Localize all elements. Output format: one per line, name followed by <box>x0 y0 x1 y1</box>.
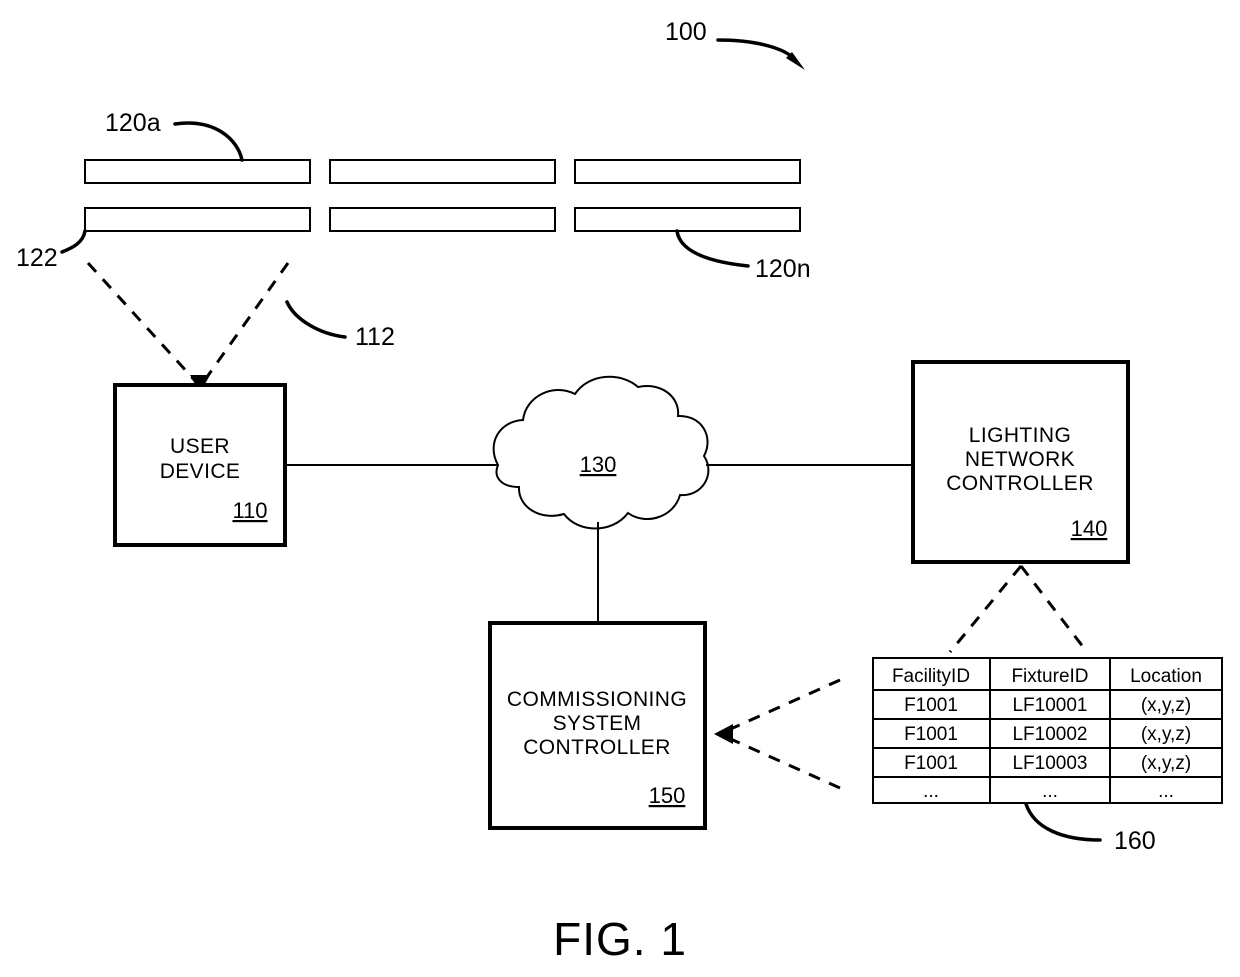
user-device-label-line2: DEVICE <box>160 460 241 483</box>
light-fixture-r2c1 <box>84 207 311 232</box>
system-ref-label: 100 <box>665 18 707 46</box>
table-row-cell: (x,y,z) <box>1141 724 1191 745</box>
light-fixture-r1c3 <box>574 159 801 184</box>
figure-canvas: 100 120a 122 120n 112 USER DEVICE 110 13… <box>16 18 1223 965</box>
fixture-last-ref-label: 120n <box>755 255 811 283</box>
commissioning-system-controller-label-line1: COMMISSIONING <box>507 688 687 711</box>
table-row-cell: LF10002 <box>1012 724 1087 745</box>
table-row-cell: F1001 <box>904 753 958 774</box>
table-row-cell: (x,y,z) <box>1141 753 1191 774</box>
table-header-fixture-id: FixtureID <box>1011 666 1088 687</box>
fixture-first-ref-label: 120a <box>105 109 161 137</box>
capture-ref-leader <box>285 300 347 339</box>
user-device-label-line1: USER <box>170 435 230 458</box>
table-to-commissioning-arrowhead <box>714 724 733 744</box>
table-row-cell: ... <box>1042 781 1058 802</box>
lighting-network-controller-label-line2: NETWORK <box>965 448 1075 471</box>
system-ref-leader <box>716 38 798 64</box>
capture-beam-left <box>86 261 200 386</box>
table-row-cell: (x,y,z) <box>1141 695 1191 716</box>
fixture-first-ref-leader <box>173 121 244 162</box>
fixture-last-ref-leader <box>675 229 750 268</box>
table-to-commissioning-dash-lower <box>723 734 841 790</box>
table-ref-label: 160 <box>1114 827 1156 855</box>
patent-figure-1: 100 120a 122 120n 112 USER DEVICE 110 13… <box>0 0 1240 977</box>
commissioning-system-controller-label-line2: SYSTEM <box>553 712 642 735</box>
table-row-cell: F1001 <box>904 724 958 745</box>
fixture-detail-ref-leader <box>60 229 87 254</box>
table-row-cell: LF10003 <box>1012 753 1087 774</box>
commissioning-system-controller-ref-label: 150 <box>649 783 686 808</box>
light-fixture-r2c2 <box>329 207 556 232</box>
table-row-cell: LF10001 <box>1012 695 1087 716</box>
fixture-detail-ref-label: 122 <box>16 244 58 272</box>
table-row-cell: ... <box>923 781 939 802</box>
user-device-ref-label: 110 <box>232 498 267 523</box>
table-row-cell: F1001 <box>904 695 958 716</box>
controller-to-table-dash-right <box>1019 565 1089 653</box>
lighting-network-controller-ref-label: 140 <box>1071 516 1108 541</box>
light-fixture-r1c2 <box>329 159 556 184</box>
table-header-location: Location <box>1130 666 1202 687</box>
table-to-commissioning-dash-upper <box>723 678 841 734</box>
figure-caption: FIG. 1 <box>553 913 687 965</box>
light-fixture-r2c3 <box>574 207 801 232</box>
network-cloud-ref-label: 130 <box>580 452 617 477</box>
light-fixture-r1c1 <box>84 159 311 184</box>
lighting-network-controller-label-line1: LIGHTING <box>969 424 1071 447</box>
table-header-facility-id: FacilityID <box>892 666 970 687</box>
capture-ref-label: 112 <box>355 323 395 351</box>
capture-beam-right <box>200 262 290 385</box>
table-ref-leader <box>1024 802 1102 842</box>
fixture-location-table: FacilityID FixtureID Location F1001 LF10… <box>872 657 1223 804</box>
table-row-cell: ... <box>1158 781 1174 802</box>
lighting-network-controller-label-line3: CONTROLLER <box>946 472 1094 495</box>
controller-to-table-dash-left <box>948 565 1023 653</box>
commissioning-system-controller-label-line3: CONTROLLER <box>523 736 671 759</box>
